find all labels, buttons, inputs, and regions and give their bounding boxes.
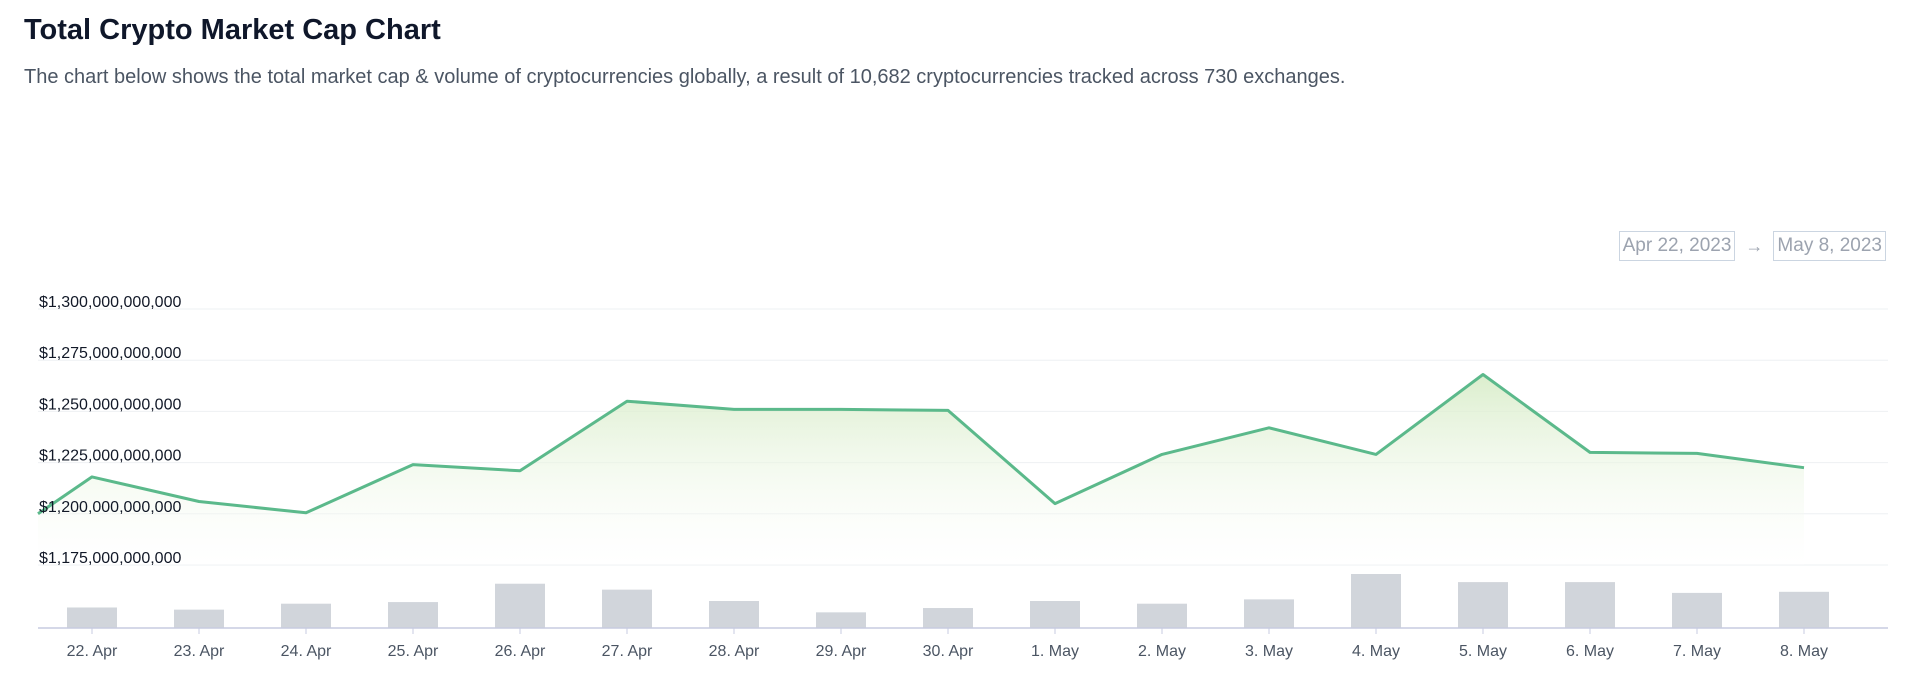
x-tick-label: 25. Apr [388, 643, 439, 660]
volume-bar [816, 612, 866, 628]
x-tick-label: 5. May [1459, 643, 1507, 660]
volume-bar [602, 589, 652, 628]
market-cap-area [38, 374, 1804, 565]
volume-bars [67, 574, 1829, 628]
volume-bar [67, 607, 117, 628]
date-to-input[interactable]: May 8, 2023 [1773, 231, 1886, 261]
volume-bar [281, 603, 331, 628]
volume-bar [1565, 582, 1615, 628]
x-tick-label: 4. May [1352, 643, 1400, 660]
x-tick-label: 29. Apr [816, 643, 867, 660]
x-tick-label: 23. Apr [174, 643, 225, 660]
volume-bar [1030, 601, 1080, 628]
x-tick-label: 7. May [1673, 643, 1721, 660]
y-tick-label: $1,250,000,000,000 [39, 396, 181, 413]
x-tick-label: 26. Apr [495, 643, 546, 660]
x-tick-label: 8. May [1780, 643, 1828, 660]
volume-bar [1672, 592, 1722, 628]
x-tick-label: 30. Apr [923, 643, 974, 660]
volume-bar [1779, 591, 1829, 628]
volume-bar [174, 609, 224, 628]
volume-bar [1244, 599, 1294, 628]
x-tick-label: 2. May [1138, 643, 1186, 660]
page-subtitle: The chart below shows the total market c… [24, 66, 1346, 88]
market-cap-chart: $1,175,000,000,000 $1,200,000,000,000 $1,2… [37, 294, 1888, 660]
x-tick-label: 6. May [1566, 643, 1614, 660]
y-tick-label: $1,300,000,000,000 [39, 294, 181, 311]
x-axis-ticks: 22. Apr 23. Apr 24. Apr 25. Apr 26. Apr 27. A… [67, 628, 1828, 660]
volume-bar [709, 601, 759, 628]
date-from-input[interactable]: Apr 22, 2023 [1618, 231, 1736, 261]
volume-bar [495, 583, 545, 628]
x-tick-label: 22. Apr [67, 643, 118, 660]
x-tick-label: 24. Apr [281, 643, 332, 660]
volume-bar [923, 608, 973, 628]
volume-bar [1458, 582, 1508, 628]
y-tick-label: $1,200,000,000,000 [39, 499, 181, 516]
y-tick-label: $1,175,000,000,000 [39, 550, 181, 567]
x-tick-label: 3. May [1245, 643, 1293, 660]
date-range-selector: Apr 22, 2023 → May 8, 2023 [1618, 231, 1886, 261]
volume-bar [1137, 603, 1187, 628]
y-tick-label: $1,225,000,000,000 [39, 448, 181, 465]
y-tick-label: $1,275,000,000,000 [39, 345, 181, 362]
x-tick-label: 28. Apr [709, 643, 760, 660]
arrow-right-icon: → [1745, 235, 1764, 256]
x-tick-label: 27. Apr [602, 643, 653, 660]
page-title: Total Crypto Market Cap Chart [24, 14, 441, 46]
volume-bar [1351, 574, 1401, 628]
volume-bar [388, 602, 438, 628]
x-tick-label: 1. May [1031, 643, 1079, 660]
